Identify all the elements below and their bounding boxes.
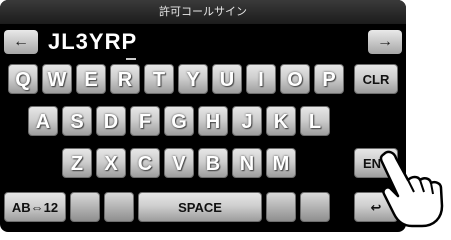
clear-button[interactable]: CLR (354, 64, 398, 94)
key-h[interactable]: H (198, 106, 228, 136)
blank-key[interactable] (300, 192, 330, 222)
key-c[interactable]: C (130, 148, 160, 178)
key-f[interactable]: F (130, 106, 160, 136)
key-n[interactable]: N (232, 148, 262, 178)
screen-title: 許可コールサイン (0, 0, 406, 24)
key-i[interactable]: I (246, 64, 276, 94)
pointing-hand-icon (379, 150, 444, 228)
key-a[interactable]: A (28, 106, 58, 136)
callsign-entry-screen: 許可コールサイン ← JL3YRP → QWERTYUIOP ASDFGHJKL Z… (0, 0, 406, 232)
key-e[interactable]: E (76, 64, 106, 94)
key-p[interactable]: P (314, 64, 344, 94)
key-z[interactable]: Z (62, 148, 92, 178)
arrow-left-icon: ← (13, 33, 29, 50)
blank-key[interactable] (266, 192, 296, 222)
key-v[interactable]: V (164, 148, 194, 178)
key-m[interactable]: M (266, 148, 296, 178)
key-s[interactable]: S (62, 106, 92, 136)
key-l[interactable]: L (300, 106, 330, 136)
key-w[interactable]: W (42, 64, 72, 94)
arrow-right-icon: → (377, 33, 393, 50)
key-x[interactable]: X (96, 148, 126, 178)
key-b[interactable]: B (198, 148, 228, 178)
cursor-right-button[interactable]: → (368, 30, 402, 54)
key-u[interactable]: U (212, 64, 242, 94)
blank-key[interactable] (104, 192, 134, 222)
key-j[interactable]: J (232, 106, 262, 136)
key-o[interactable]: O (280, 64, 310, 94)
key-k[interactable]: K (266, 106, 296, 136)
cursor-left-button[interactable]: ← (4, 30, 38, 54)
key-q[interactable]: Q (8, 64, 38, 94)
key-r[interactable]: R (110, 64, 140, 94)
blank-key[interactable] (70, 192, 100, 222)
key-g[interactable]: G (164, 106, 194, 136)
text-cursor (126, 58, 136, 60)
space-button[interactable]: SPACE (138, 192, 262, 222)
mode-toggle-button[interactable]: AB⇔12 (4, 192, 66, 222)
entry-row: ← JL3YRP → (4, 28, 402, 60)
key-y[interactable]: Y (178, 64, 208, 94)
key-t[interactable]: T (144, 64, 174, 94)
key-d[interactable]: D (96, 106, 126, 136)
callsign-input[interactable]: JL3YRP (48, 28, 137, 56)
